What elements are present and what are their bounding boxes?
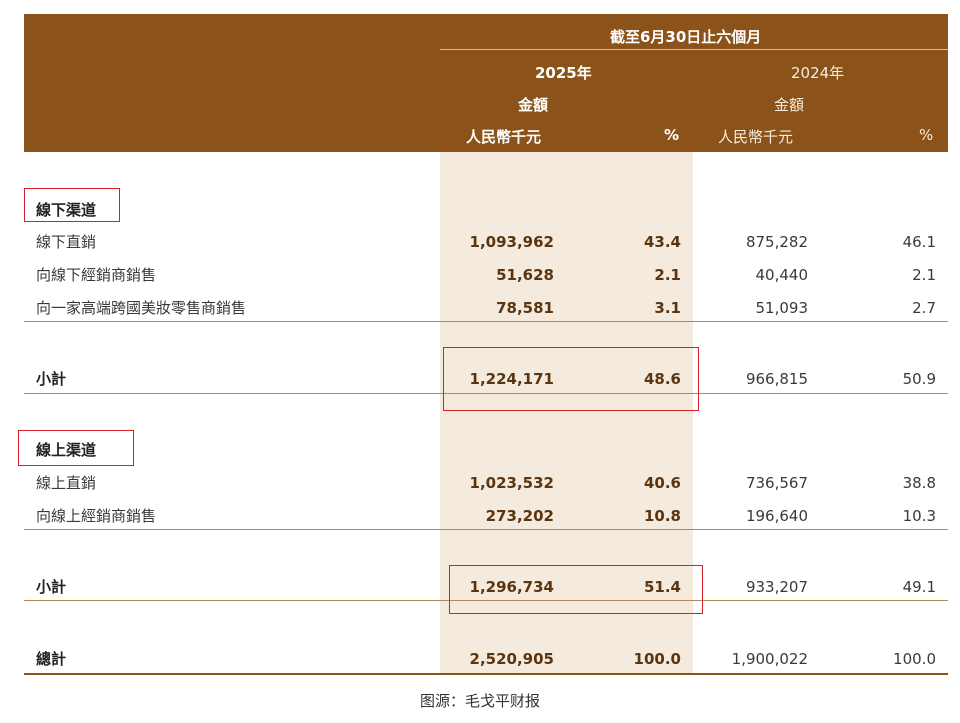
pct-2024: 46.1 (902, 233, 936, 251)
subtotal-pct-2024: 50.9 (902, 370, 936, 388)
amount-heading-2024: 金額 (774, 96, 805, 114)
pct-heading-2024: % (919, 126, 934, 144)
total-pct-2024: 100.0 (893, 650, 936, 668)
row-label: 向一家高端跨國美妝零售商銷售 (36, 299, 247, 317)
value-2024: 40,440 (755, 266, 809, 284)
total-value-2025: 2,520,905 (469, 650, 554, 668)
subtotal-label: 小計 (36, 578, 67, 596)
value-2025: 273,202 (485, 507, 554, 525)
pct-2025: 3.1 (654, 299, 681, 317)
pct-2024: 2.7 (912, 299, 936, 317)
period-heading: 截至6月30日止六個月 (610, 28, 762, 46)
currency-heading-2024: 人民幣千元 (718, 128, 794, 146)
pct-heading-2025: % (664, 126, 680, 144)
total-value-2024: 1,900,022 (731, 650, 808, 668)
value-2025: 1,093,962 (469, 233, 554, 251)
total-label: 總計 (36, 650, 67, 668)
value-2024: 196,640 (745, 507, 808, 525)
subtotal-label: 小計 (36, 370, 67, 388)
value-2024: 736,567 (745, 474, 808, 492)
row-label: 線下直銷 (36, 233, 97, 251)
row-label: 向線下經銷商銷售 (36, 266, 157, 284)
pct-2025: 40.6 (643, 474, 681, 492)
value-2025: 51,628 (496, 266, 554, 284)
row-divider (24, 529, 948, 530)
amount-heading-2025: 金額 (518, 96, 549, 114)
header-divider (440, 49, 948, 50)
revenue-table-page: 截至6月30日止六個月 2025年 2024年 金額 金額 人民幣千元 % 人民… (0, 0, 960, 723)
subtotal-pct-2024: 49.1 (902, 578, 936, 596)
currency-heading-2025: 人民幣千元 (466, 128, 542, 146)
subtotal-value-2024: 966,815 (745, 370, 808, 388)
annotation-box-online-subtotal (449, 565, 703, 614)
annotation-box-offline-subtotal (443, 347, 699, 411)
annotation-box-offline-title (24, 188, 120, 222)
value-2024: 875,282 (745, 233, 808, 251)
value-2025: 78,581 (496, 299, 554, 317)
pct-2024: 38.8 (902, 474, 936, 492)
value-2025: 1,023,532 (469, 474, 554, 492)
pct-2025: 2.1 (654, 266, 681, 284)
year-2024-heading: 2024年 (791, 64, 845, 82)
row-label: 向線上經銷商銷售 (36, 507, 157, 525)
image-source-caption: 图源：毛戈平财报 (419, 692, 540, 710)
pct-2025: 43.4 (643, 233, 681, 251)
row-divider (24, 321, 948, 322)
pct-2024: 10.3 (902, 507, 936, 525)
value-2024: 51,093 (755, 299, 809, 317)
annotation-box-online-title (18, 430, 134, 466)
year-2025-heading: 2025年 (535, 64, 592, 82)
total-divider (24, 673, 948, 675)
pct-2024: 2.1 (912, 266, 936, 284)
row-label: 線上直銷 (36, 474, 97, 492)
pct-2025: 10.8 (643, 507, 681, 525)
subtotal-value-2024: 933,207 (745, 578, 808, 596)
total-pct-2025: 100.0 (633, 650, 681, 668)
